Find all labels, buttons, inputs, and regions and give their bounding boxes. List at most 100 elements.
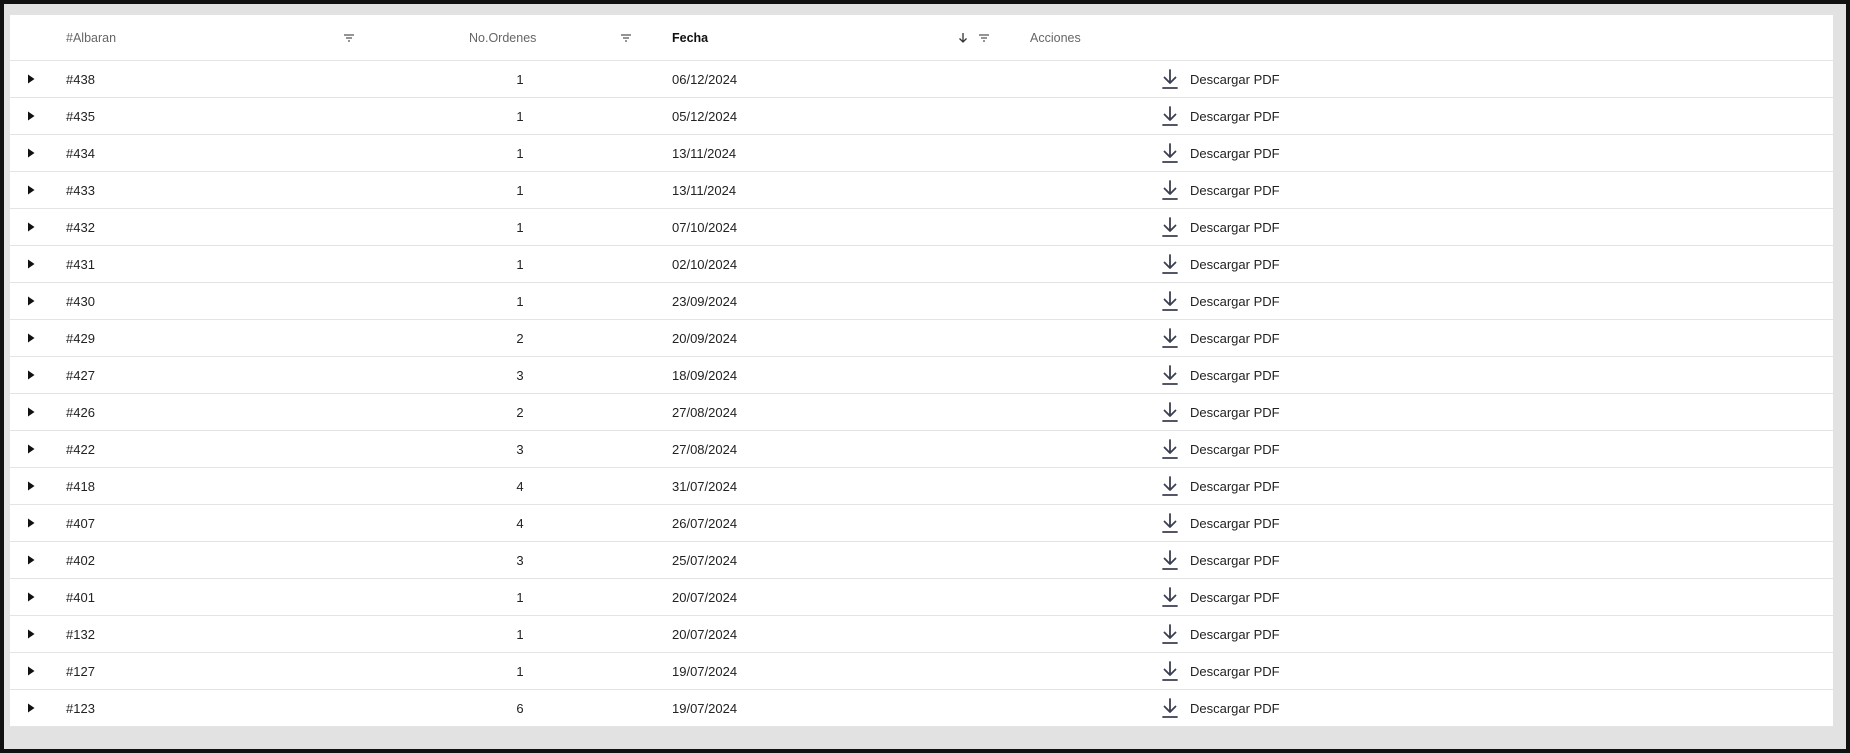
albaran-number: #431 xyxy=(66,256,95,272)
download-pdf-button[interactable]: Descargar PDF xyxy=(1160,431,1460,467)
albaran-number: #123 xyxy=(66,700,95,716)
cell-fecha: 02/10/2024 xyxy=(672,246,972,282)
expand-row-button[interactable] xyxy=(10,542,52,578)
fecha-value: 20/09/2024 xyxy=(672,330,738,346)
download-pdf-button[interactable]: Descargar PDF xyxy=(1160,468,1460,504)
download-pdf-label: Descargar PDF xyxy=(1190,219,1280,235)
ordenes-count: 3 xyxy=(516,367,524,383)
column-header-ordenes[interactable]: No.Ordenes xyxy=(320,15,720,60)
cell-ordenes: 3 xyxy=(320,357,720,393)
cell-ordenes: 1 xyxy=(320,579,720,615)
download-pdf-button[interactable]: Descargar PDF xyxy=(1160,283,1460,319)
download-icon xyxy=(1162,180,1178,200)
download-pdf-button[interactable]: Descargar PDF xyxy=(1160,579,1460,615)
cell-ordenes: 1 xyxy=(320,616,720,652)
caret-right-icon xyxy=(28,74,35,84)
expand-row-button[interactable] xyxy=(10,357,52,393)
table-row: #427 3 18/09/2024 Descargar PDF xyxy=(10,357,1833,394)
table-row: #434 1 13/11/2024 Descargar PDF xyxy=(10,135,1833,172)
table-row: #132 1 20/07/2024 Descargar PDF xyxy=(10,616,1833,653)
ordenes-count: 1 xyxy=(516,108,524,124)
expand-row-button[interactable] xyxy=(10,616,52,652)
cell-fecha: 20/07/2024 xyxy=(672,579,972,615)
filter-icon[interactable] xyxy=(975,15,993,60)
download-pdf-button[interactable]: Descargar PDF xyxy=(1160,172,1460,208)
table-header: #Albaran No.Ordenes Fecha Acciones xyxy=(10,15,1833,61)
download-pdf-label: Descargar PDF xyxy=(1190,441,1280,457)
download-icon xyxy=(1162,254,1178,274)
download-pdf-button[interactable]: Descargar PDF xyxy=(1160,542,1460,578)
download-pdf-label: Descargar PDF xyxy=(1190,552,1280,568)
download-pdf-button[interactable]: Descargar PDF xyxy=(1160,135,1460,171)
expand-row-button[interactable] xyxy=(10,209,52,245)
expand-row-button[interactable] xyxy=(10,505,52,541)
cell-albaran: #435 xyxy=(66,98,316,134)
download-icon xyxy=(1162,365,1178,385)
page-background: #Albaran No.Ordenes Fecha Acciones #438 … xyxy=(4,4,1846,749)
cell-albaran: #438 xyxy=(66,61,316,97)
download-pdf-button[interactable]: Descargar PDF xyxy=(1160,653,1460,689)
download-pdf-button[interactable]: Descargar PDF xyxy=(1160,394,1460,430)
cell-ordenes: 1 xyxy=(320,172,720,208)
expand-row-button[interactable] xyxy=(10,246,52,282)
expand-row-button[interactable] xyxy=(10,135,52,171)
download-pdf-button[interactable]: Descargar PDF xyxy=(1160,505,1460,541)
filter-icon[interactable] xyxy=(617,15,635,60)
download-pdf-label: Descargar PDF xyxy=(1190,515,1280,531)
cell-fecha: 19/07/2024 xyxy=(672,690,972,726)
expand-row-button[interactable] xyxy=(10,579,52,615)
cell-fecha: 06/12/2024 xyxy=(672,61,972,97)
download-pdf-button[interactable]: Descargar PDF xyxy=(1160,61,1460,97)
ordenes-count: 4 xyxy=(516,478,524,494)
albaran-number: #433 xyxy=(66,182,95,198)
cell-fecha: 19/07/2024 xyxy=(672,653,972,689)
albaran-number: #429 xyxy=(66,330,95,346)
download-pdf-label: Descargar PDF xyxy=(1190,589,1280,605)
expand-row-button[interactable] xyxy=(10,61,52,97)
cell-fecha: 25/07/2024 xyxy=(672,542,972,578)
expand-row-button[interactable] xyxy=(10,690,52,726)
sort-descending-icon[interactable] xyxy=(954,15,972,60)
expand-row-button[interactable] xyxy=(10,283,52,319)
expand-row-button[interactable] xyxy=(10,98,52,134)
download-pdf-button[interactable]: Descargar PDF xyxy=(1160,209,1460,245)
download-pdf-label: Descargar PDF xyxy=(1190,663,1280,679)
column-header-albaran[interactable]: #Albaran xyxy=(66,15,316,60)
fecha-value: 31/07/2024 xyxy=(672,478,738,494)
table-row: #429 2 20/09/2024 Descargar PDF xyxy=(10,320,1833,357)
expand-row-button[interactable] xyxy=(10,431,52,467)
download-pdf-label: Descargar PDF xyxy=(1190,182,1280,198)
expand-row-button[interactable] xyxy=(10,468,52,504)
expand-row-button[interactable] xyxy=(10,653,52,689)
download-pdf-button[interactable]: Descargar PDF xyxy=(1160,246,1460,282)
cell-fecha: 13/11/2024 xyxy=(672,172,972,208)
download-pdf-button[interactable]: Descargar PDF xyxy=(1160,690,1460,726)
fecha-value: 20/07/2024 xyxy=(672,626,738,642)
cell-albaran: #433 xyxy=(66,172,316,208)
download-pdf-label: Descargar PDF xyxy=(1190,256,1280,272)
ordenes-count: 2 xyxy=(516,330,524,346)
table-row: #430 1 23/09/2024 Descargar PDF xyxy=(10,283,1833,320)
caret-right-icon xyxy=(28,148,35,158)
caret-right-icon xyxy=(28,370,35,380)
cell-albaran: #132 xyxy=(66,616,316,652)
expand-row-button[interactable] xyxy=(10,394,52,430)
download-icon xyxy=(1162,291,1178,311)
ordenes-count: 1 xyxy=(516,145,524,161)
expand-row-button[interactable] xyxy=(10,172,52,208)
table-row: #407 4 26/07/2024 Descargar PDF xyxy=(10,505,1833,542)
download-pdf-button[interactable]: Descargar PDF xyxy=(1160,98,1460,134)
download-icon xyxy=(1162,69,1178,89)
download-pdf-label: Descargar PDF xyxy=(1190,145,1280,161)
download-pdf-button[interactable]: Descargar PDF xyxy=(1160,357,1460,393)
cell-ordenes: 3 xyxy=(320,431,720,467)
column-header-fecha[interactable]: Fecha xyxy=(672,15,972,60)
download-pdf-button[interactable]: Descargar PDF xyxy=(1160,320,1460,356)
table-row: #433 1 13/11/2024 Descargar PDF xyxy=(10,172,1833,209)
ordenes-count: 1 xyxy=(516,293,524,309)
fecha-value: 18/09/2024 xyxy=(672,367,738,383)
download-pdf-button[interactable]: Descargar PDF xyxy=(1160,616,1460,652)
cell-ordenes: 3 xyxy=(320,542,720,578)
expand-row-button[interactable] xyxy=(10,320,52,356)
cell-fecha: 07/10/2024 xyxy=(672,209,972,245)
